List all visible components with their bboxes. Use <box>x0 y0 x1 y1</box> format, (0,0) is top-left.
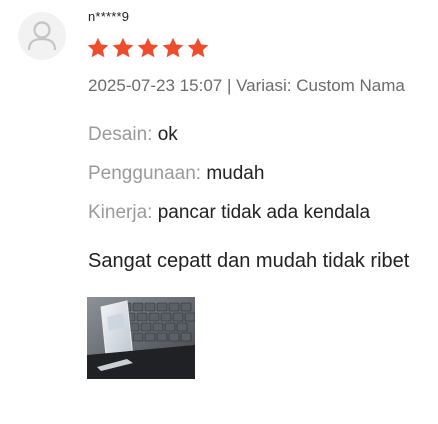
star-icon <box>137 37 159 58</box>
attribute-label: Penggunaan: <box>88 163 202 184</box>
review-item: n*****9 2025-07-23 15:07 | Variasi: Cust… <box>0 0 438 424</box>
review-comment: Sangat cepatt dan mudah tidak ribet <box>88 250 410 272</box>
reviewer-username: n*****9 <box>88 9 130 24</box>
attribute-performance: Kinerja: pancar tidak ada kendala <box>88 202 370 224</box>
review-photo-thumbnail[interactable] <box>87 297 195 379</box>
attribute-value: ok <box>157 124 178 145</box>
avatar[interactable] <box>18 12 66 60</box>
attribute-value: mudah <box>206 163 265 184</box>
attribute-design: Desain: ok <box>88 124 178 146</box>
attribute-label: Desain: <box>88 124 153 145</box>
star-icon <box>112 37 134 58</box>
attribute-usage: Penggunaan: mudah <box>88 163 264 185</box>
star-rating <box>86 36 210 62</box>
star-icon <box>187 37 209 58</box>
attribute-label: Kinerja: <box>88 202 153 223</box>
attribute-value: pancar tidak ada kendala <box>157 202 371 223</box>
star-icon <box>162 37 184 58</box>
review-photo <box>87 297 195 379</box>
star-icon <box>87 37 109 58</box>
user-icon <box>18 12 66 60</box>
review-meta: 2025-07-23 15:07 | Variasi: Custom Nama <box>88 76 405 95</box>
